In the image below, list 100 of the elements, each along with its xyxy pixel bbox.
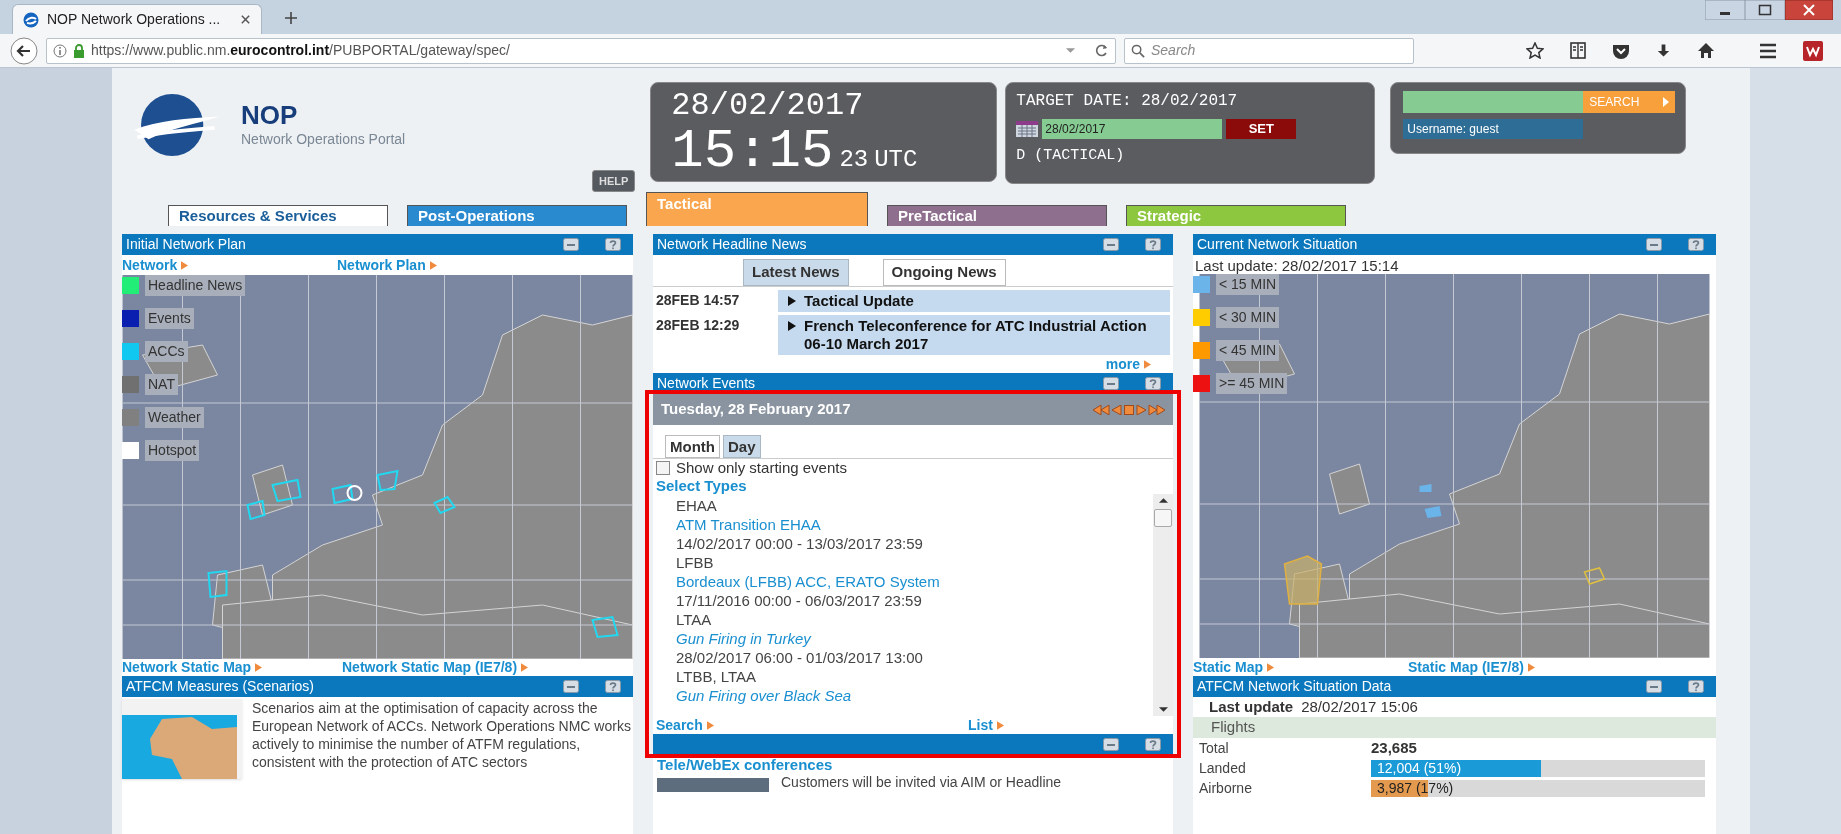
help-icon[interactable] — [1688, 238, 1704, 251]
nav-tab[interactable]: Post-Operations — [407, 205, 627, 226]
pocket-icon[interactable] — [1612, 42, 1630, 59]
event-title[interactable]: ATM Transition EHAA — [676, 515, 1153, 534]
row-value: 23,685 — [1371, 738, 1417, 759]
caret-icon — [706, 720, 714, 730]
event-title[interactable]: Gun Firing over Black Sea — [676, 686, 1153, 705]
date-title: Tuesday, 28 February 2017 — [661, 399, 851, 420]
checkbox-label: Show only starting events — [676, 457, 847, 478]
link[interactable]: Search — [656, 714, 968, 736]
search-field[interactable]: Search — [1124, 37, 1414, 64]
event-period: 17/11/2016 00:00 - 06/03/2017 23:59 — [676, 591, 923, 610]
legend-label: Headline News — [145, 275, 246, 296]
news-headline[interactable]: Tactical Update — [778, 290, 1170, 312]
nav-tab[interactable]: Strategic — [1126, 205, 1346, 226]
left-arrow-icon[interactable] — [1112, 404, 1122, 415]
dropdown-icon[interactable] — [1065, 47, 1076, 54]
scroll-down-icon[interactable] — [1158, 707, 1168, 712]
checkbox[interactable] — [656, 461, 670, 475]
calendar-icon[interactable] — [1016, 121, 1039, 137]
right-arrow-icon[interactable] — [1136, 404, 1146, 415]
minimize-window-icon[interactable] — [1705, 0, 1745, 20]
double-left-arrow-icon[interactable] — [1093, 404, 1110, 415]
link[interactable]: Static Map (IE7/8) — [1408, 656, 1535, 678]
link[interactable]: Static Map — [1193, 656, 1408, 678]
news-tab[interactable]: Ongoing News — [882, 259, 1006, 286]
panel-title: Initial Network Plan — [126, 235, 246, 254]
caret-icon — [996, 720, 1004, 730]
tab-title: NOP Network Operations ... — [47, 10, 222, 29]
browser-tab[interactable]: NOP Network Operations ... — [12, 4, 262, 34]
scroll-up-icon[interactable] — [1158, 498, 1168, 503]
info-icon[interactable] — [53, 43, 67, 58]
nav-tab[interactable]: Tactical — [646, 192, 868, 226]
help-icon[interactable] — [605, 238, 621, 251]
view-tab[interactable]: Month — [665, 435, 720, 458]
address-bar[interactable]: https://www.public.nm.eurocontrol.int/PUBPORTAL/gateway/spec/ — [46, 37, 1116, 64]
minimize-icon[interactable] — [563, 680, 579, 693]
minimize-icon[interactable] — [1646, 680, 1662, 693]
link[interactable]: List — [968, 714, 1004, 736]
link[interactable]: Network Static Map (IE7/8) — [342, 657, 529, 678]
help-icon[interactable] — [1145, 238, 1161, 251]
menu-icon[interactable] — [1759, 41, 1777, 60]
extension-icon[interactable] — [1803, 40, 1823, 61]
search-input[interactable]: Search — [1151, 40, 1407, 61]
search-button[interactable]: SEARCH — [1583, 91, 1676, 113]
caret-icon — [181, 260, 189, 270]
search-icon — [1131, 43, 1145, 58]
link[interactable]: Network Plan — [337, 254, 437, 276]
nav-tab[interactable]: PreTactical — [887, 205, 1107, 226]
legend-label: < 30 MIN — [1216, 307, 1280, 328]
legend-label: NAT — [145, 374, 178, 395]
reading-list-icon[interactable] — [1570, 42, 1586, 59]
last-update-text: Last update: 28/02/2017 15:14 — [1194, 256, 1400, 274]
maximize-window-icon[interactable] — [1745, 0, 1785, 20]
reload-icon[interactable] — [1094, 43, 1109, 58]
scrollbar-thumb[interactable] — [1154, 509, 1172, 527]
minimize-icon[interactable] — [1646, 238, 1662, 251]
panel-title: Current Network Situation — [1197, 235, 1358, 254]
help-icon[interactable] — [1145, 377, 1161, 390]
help-button[interactable]: HELP — [592, 170, 636, 192]
event-title[interactable]: Bordeaux (LFBB) ACC, ERATO System — [676, 572, 1153, 591]
username-field: Username: guest — [1403, 119, 1584, 139]
caret-icon — [1663, 97, 1670, 107]
news-time: 28FEB 12:29 — [655, 316, 741, 335]
description-text: Customers will be invited via AIM or Headline — [781, 774, 1062, 790]
link[interactable]: more — [1105, 355, 1151, 373]
square-icon[interactable] — [1124, 404, 1134, 415]
legend-label: >= 45 MIN — [1216, 373, 1288, 394]
date-field[interactable]: 28/02/2017 — [1042, 119, 1223, 139]
search-input[interactable] — [1403, 91, 1584, 113]
double-right-arrow-icon[interactable] — [1148, 404, 1165, 415]
help-icon[interactable] — [1688, 680, 1704, 693]
row-label: Airborne — [1198, 779, 1253, 798]
close-window-icon[interactable] — [1785, 0, 1833, 20]
nav-tab[interactable]: Resources & Services — [168, 205, 388, 226]
minimize-icon[interactable] — [1103, 738, 1119, 751]
help-icon[interactable] — [1145, 738, 1161, 751]
event-location: LTAA — [676, 610, 713, 629]
home-icon[interactable] — [1697, 42, 1715, 59]
minimize-icon[interactable] — [1103, 238, 1119, 251]
view-tab[interactable]: Day — [723, 435, 761, 458]
scrollbar[interactable] — [1153, 494, 1173, 716]
caret-icon — [255, 663, 263, 672]
event-title[interactable]: Gun Firing in Turkey — [676, 629, 1153, 648]
star-icon[interactable] — [1526, 42, 1544, 59]
minimize-icon[interactable] — [1103, 377, 1119, 390]
help-icon[interactable] — [605, 680, 621, 693]
download-icon[interactable] — [1656, 43, 1671, 58]
close-icon[interactable] — [240, 14, 251, 25]
minimize-icon[interactable] — [563, 238, 579, 251]
news-headline[interactable]: French Teleconference for ATC Industrial Action 06-10 March 2017 — [778, 315, 1170, 355]
link[interactable]: Network Static Map — [122, 657, 342, 678]
new-tab-icon[interactable] — [284, 11, 298, 25]
link[interactable]: Network — [122, 254, 337, 276]
select-types-link[interactable]: Select Types — [653, 477, 1173, 494]
lock-icon — [73, 43, 85, 58]
news-tab[interactable]: Latest News — [743, 259, 849, 286]
clock-date: 28/02/2017 — [671, 87, 865, 125]
back-icon[interactable] — [10, 36, 38, 65]
set-button[interactable]: SET — [1226, 119, 1297, 139]
